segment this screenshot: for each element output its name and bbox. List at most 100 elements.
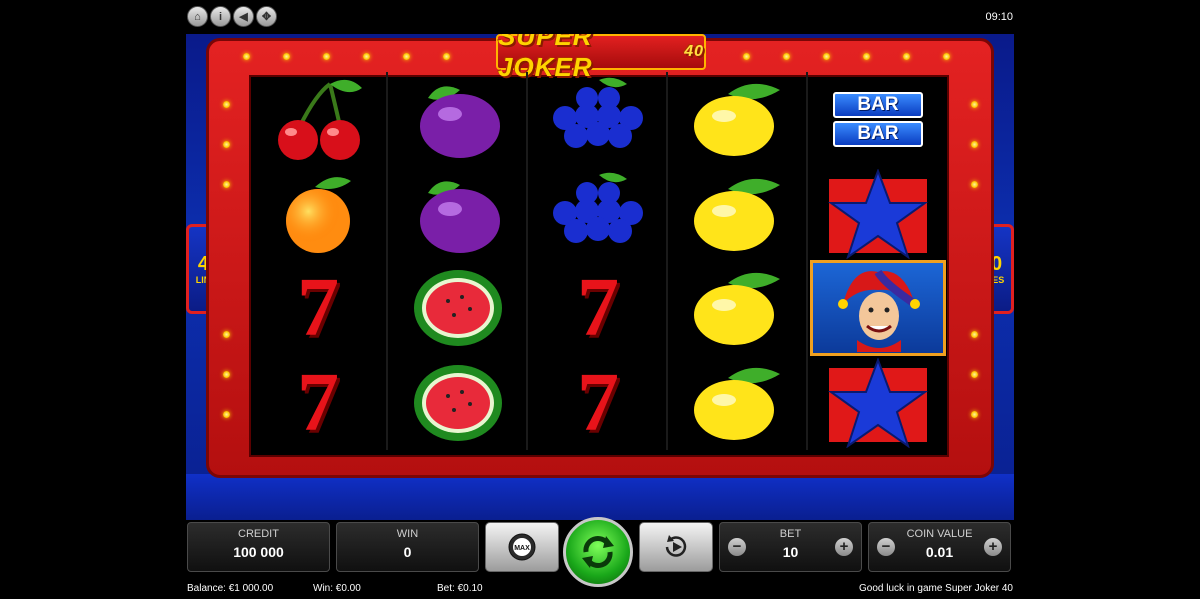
clock: 09:10 [985, 11, 1013, 23]
reel-cell [808, 260, 948, 357]
win-label: WIN [396, 528, 419, 540]
control-bar: CREDIT 100 000 WIN 0 MAX BET 10 − + COIN… [0, 517, 1200, 599]
reel-cell: 7 [528, 261, 668, 356]
frame-bulb [223, 331, 230, 338]
max-label: MAX [514, 545, 530, 552]
frame-bulb [971, 331, 978, 338]
reel-cell [388, 167, 528, 262]
coin-decrease-button[interactable]: − [877, 538, 895, 556]
reel-cell: BAR BAR [808, 72, 948, 167]
spin-arrows-icon [582, 536, 614, 568]
reel-cell [668, 261, 808, 356]
cherry-icon [278, 80, 362, 161]
credit-value: 100 000 [233, 544, 284, 560]
lemon-icon [694, 178, 780, 251]
spin-button[interactable] [563, 517, 633, 587]
reel-4 [668, 72, 808, 450]
reel-3: 7 7 [528, 72, 668, 450]
frame-bulb [971, 411, 978, 418]
grapes-icon [553, 78, 643, 149]
reel-cell [528, 72, 668, 167]
bar-label: BAR [833, 120, 923, 147]
bar-symbol: BAR BAR [833, 91, 923, 147]
bet-panel: BET 10 − + [719, 522, 862, 572]
star-icon [827, 168, 929, 259]
bar-label: BAR [833, 91, 923, 118]
fullscreen-icon[interactable]: ✥ [256, 6, 277, 27]
home-icon[interactable]: ⌂ [187, 6, 208, 27]
seven-symbol: 7 [297, 261, 339, 355]
frame-bulb [743, 53, 750, 60]
game-title-plate: SUPER JOKER 40 [496, 34, 706, 82]
frame-bulb [223, 101, 230, 108]
frame-bulb [403, 53, 410, 60]
frame-bulb [223, 141, 230, 148]
sound-icon[interactable]: ◀ [233, 6, 254, 27]
bet-status: Bet: €0.10 [437, 583, 483, 594]
max-bet-button[interactable]: MAX [485, 522, 559, 572]
reel-cell [248, 72, 388, 167]
frame-bulb [223, 181, 230, 188]
reel-cell [388, 72, 528, 167]
reel-cell: 7 [528, 356, 668, 451]
frame-bulb [443, 53, 450, 60]
credit-panel: CREDIT 100 000 [187, 522, 330, 572]
game-stage: 40 LINES 40 LINES SUP [186, 34, 1014, 520]
joker-icon [838, 270, 920, 353]
watermelon-icon [414, 270, 502, 347]
reel-1: 7 7 [248, 72, 388, 450]
reel-cell [248, 167, 388, 262]
win-panel: WIN 0 [336, 522, 479, 572]
credit-label: CREDIT [238, 528, 279, 540]
reel-cell [808, 356, 948, 451]
frame-bulb [283, 53, 290, 60]
win-value: 0 [403, 544, 412, 560]
frame-bulb [323, 53, 330, 60]
seven-symbol: 7 [577, 355, 619, 449]
autoplay-button[interactable] [639, 522, 713, 572]
reel-cell: 7 [248, 261, 388, 356]
frame-bulb [971, 181, 978, 188]
chip-icon: MAX [508, 533, 536, 561]
seven-symbol: 7 [577, 261, 619, 355]
orange-icon [286, 176, 351, 253]
frame-bulb [903, 53, 910, 60]
frame-bulb [783, 53, 790, 60]
lemon-icon [694, 367, 780, 440]
balance-status: Balance: €1 000.00 [187, 583, 274, 594]
frame-bulb [863, 53, 870, 60]
bet-decrease-button[interactable]: − [728, 538, 746, 556]
joker-symbol [810, 260, 946, 357]
stage-floor [186, 474, 1014, 520]
plum-icon [420, 181, 500, 253]
coin-increase-button[interactable]: + [984, 538, 1002, 556]
reel-2 [388, 72, 528, 450]
coin-value-panel: COIN VALUE 0.01 − + [868, 522, 1011, 572]
reel-cell [668, 167, 808, 262]
frame-bulb [243, 53, 250, 60]
reel-cell [808, 167, 948, 262]
info-icon[interactable]: i [210, 6, 231, 27]
frame-bulb [971, 101, 978, 108]
status-message: Good luck in game Super Joker 40 [859, 583, 1013, 594]
game-title-number: 40 [684, 43, 704, 60]
frame-bulb [223, 411, 230, 418]
lemon-icon [694, 84, 780, 157]
plum-icon [420, 86, 500, 159]
frame-bulb [223, 371, 230, 378]
seven-symbol: 7 [297, 355, 339, 449]
frame-bulb [823, 53, 830, 60]
win-status: Win: €0.00 [313, 583, 361, 594]
reel-cell [528, 167, 668, 262]
reel-cell [668, 72, 808, 167]
reel-cell [388, 356, 528, 451]
frame-bulb [971, 141, 978, 148]
reel-5: BAR BAR [808, 72, 948, 450]
bet-increase-button[interactable]: + [835, 538, 853, 556]
reel-cell [388, 261, 528, 356]
grapes-icon [553, 172, 643, 243]
reels: 7 7 7 7 BAR BAR [248, 72, 948, 450]
star-icon [827, 357, 929, 448]
reel-cell [668, 356, 808, 451]
watermelon-icon [414, 364, 502, 441]
